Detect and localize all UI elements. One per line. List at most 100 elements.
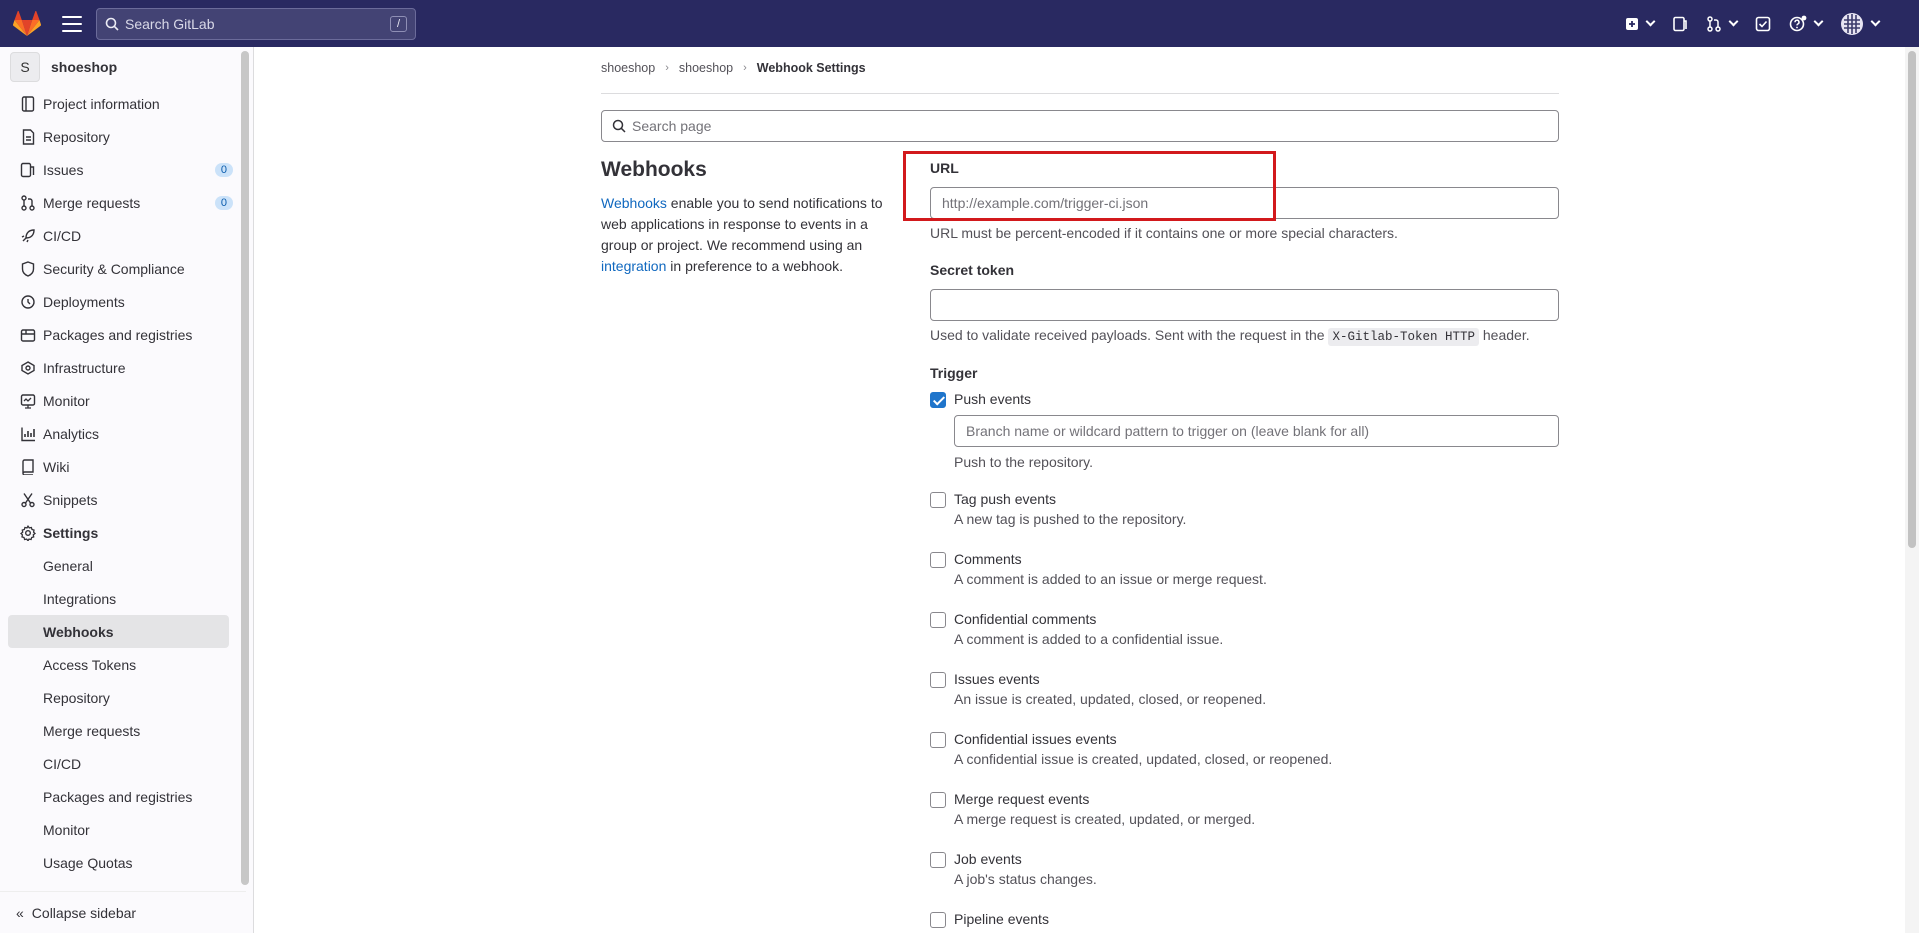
cloud-icon <box>20 360 36 376</box>
gitlab-logo-icon[interactable] <box>12 9 42 39</box>
sidebar-subitem-cicd[interactable]: CI/CD <box>0 747 253 780</box>
comments-checkbox[interactable] <box>930 552 946 568</box>
sidebar-item-label: Infrastructure <box>43 359 126 376</box>
webhooks-docs-link[interactable]: Webhooks <box>601 195 667 211</box>
sidebar: S shoeshop Project information Repositor… <box>0 47 254 933</box>
job-events-checkbox[interactable] <box>930 852 946 868</box>
sidebar-subitem-access-tokens[interactable]: Access Tokens <box>0 648 253 681</box>
webhooks-description: Webhooks enable you to send notification… <box>601 193 901 277</box>
sidebar-subitem-usage-quotas[interactable]: Usage Quotas <box>0 846 253 879</box>
pipeline-events-label: Pipeline events <box>954 911 1049 927</box>
package-icon <box>20 327 36 343</box>
secret-token-label: Secret token <box>930 262 1015 278</box>
gear-icon <box>20 524 36 541</box>
sidebar-item-wiki[interactable]: Wiki <box>0 450 253 483</box>
top-navbar: Search GitLab / <box>0 0 1919 47</box>
sidebar-item-issues[interactable]: Issues 0 <box>0 153 253 186</box>
sidebar-item-label: Settings <box>43 524 99 541</box>
issues-events-label: Issues events <box>954 671 1040 687</box>
help-dropdown[interactable] <box>1789 15 1824 33</box>
menu-hamburger-icon[interactable] <box>62 15 82 32</box>
sidebar-item-cicd[interactable]: CI/CD <box>0 219 253 252</box>
project-name: shoeshop <box>51 59 118 75</box>
sidebar-subitem-repository[interactable]: Repository <box>0 681 253 714</box>
sidebar-item-repository[interactable]: Repository <box>0 120 253 153</box>
search-gitlab-input[interactable]: Search GitLab / <box>96 7 416 40</box>
chevron-down-icon <box>1645 16 1656 27</box>
sidebar-item-monitor[interactable]: Monitor <box>0 384 253 417</box>
sidebar-item-merge-requests[interactable]: Merge requests 0 <box>0 186 253 219</box>
sidebar-item-infrastructure[interactable]: Infrastructure <box>0 351 253 384</box>
tag-push-events-checkbox[interactable] <box>930 492 946 508</box>
webhooks-description-text-2: in preference to a webhook. <box>666 258 844 274</box>
confidential-issues-events-checkbox[interactable] <box>930 732 946 748</box>
page-scrollbar[interactable] <box>1905 47 1919 933</box>
breadcrumb-item-project[interactable]: shoeshop <box>679 61 733 75</box>
sidebar-item-deployments[interactable]: Deployments <box>0 285 253 318</box>
divider <box>601 93 1559 94</box>
search-page-input[interactable]: Search page <box>601 110 1559 142</box>
monitor-icon <box>20 393 36 409</box>
tag-push-events-label: Tag push events <box>954 491 1056 507</box>
secret-token-input[interactable] <box>930 289 1559 321</box>
search-placeholder: Search GitLab <box>125 15 215 32</box>
chevron-right-icon: › <box>743 62 747 74</box>
branch-filter-input[interactable]: Branch name or wildcard pattern to trigg… <box>954 415 1559 447</box>
merge-request-events-desc: A merge request is created, updated, or … <box>954 811 1256 827</box>
collapse-sidebar-button[interactable]: « Collapse sidebar <box>0 891 246 933</box>
confidential-comments-checkbox[interactable] <box>930 612 946 628</box>
confidential-issues-events-label: Confidential issues events <box>954 731 1117 747</box>
breadcrumb-item-group[interactable]: shoeshop <box>601 61 655 75</box>
comments-label: Comments <box>954 551 1022 567</box>
sidebar-item-label: Snippets <box>43 491 98 508</box>
sidebar-subitem-general[interactable]: General <box>0 549 253 582</box>
issues-events-desc: An issue is created, updated, closed, or… <box>954 691 1267 707</box>
sidebar-item-settings[interactable]: Settings <box>0 516 253 549</box>
scissors-icon <box>20 492 36 508</box>
sidebar-subitem-packages-registries[interactable]: Packages and registries <box>0 780 253 813</box>
sidebar-item-packages-registries[interactable]: Packages and registries <box>0 318 253 351</box>
sidebar-item-snippets[interactable]: Snippets <box>0 483 253 516</box>
user-avatar-icon <box>1841 12 1863 35</box>
token-help-part-1: Used to validate received payloads. Sent… <box>930 327 1329 343</box>
issues-events-checkbox[interactable] <box>930 672 946 688</box>
user-menu-dropdown[interactable] <box>1840 12 1881 36</box>
sidebar-scrollbar[interactable] <box>241 51 249 885</box>
merge-request-events-checkbox[interactable] <box>930 792 946 808</box>
todo-check-icon <box>1755 16 1771 31</box>
integration-link[interactable]: integration <box>601 258 666 274</box>
todos-shortcut[interactable] <box>1755 16 1771 32</box>
create-new-dropdown[interactable] <box>1625 16 1656 31</box>
merge-request-events-label: Merge request events <box>954 791 1090 807</box>
trigger-label: Trigger <box>930 365 978 381</box>
url-highlight-box <box>903 151 1276 221</box>
job-events-desc: A job's status changes. <box>954 871 1097 887</box>
sidebar-subitem-integrations[interactable]: Integrations <box>0 582 253 615</box>
breadcrumb-item-current[interactable]: Webhook Settings <box>757 61 866 75</box>
search-shortcut-key: / <box>389 15 407 32</box>
sidebar-item-label: Monitor <box>43 392 90 409</box>
sidebar-item-label: CI/CD <box>43 227 82 244</box>
sidebar-subitem-monitor[interactable]: Monitor <box>0 813 253 846</box>
chevron-down-icon <box>1813 16 1824 27</box>
double-chevron-left-icon: « <box>16 904 24 921</box>
confidential-comments-label: Confidential comments <box>954 611 1097 627</box>
merge-requests-dropdown[interactable] <box>1706 15 1739 32</box>
issues-icon <box>20 162 36 178</box>
issues-shortcut[interactable] <box>1672 16 1688 32</box>
push-events-help: Push to the repository. <box>954 454 1094 470</box>
deployments-icon <box>20 294 36 310</box>
sidebar-item-project-information[interactable]: Project information <box>0 87 253 120</box>
page-scrollbar-thumb[interactable] <box>1908 51 1916 548</box>
push-events-checkbox[interactable] <box>930 392 946 408</box>
sidebar-item-label: Analytics <box>43 425 100 442</box>
project-avatar: S <box>10 52 40 82</box>
sidebar-subitem-merge-requests[interactable]: Merge requests <box>0 714 253 747</box>
secret-token-help-text: Used to validate received payloads. Sent… <box>930 327 1530 346</box>
pipeline-events-checkbox[interactable] <box>930 912 946 928</box>
sidebar-project-header[interactable]: S shoeshop <box>0 47 253 87</box>
sidebar-item-security-compliance[interactable]: Security & Compliance <box>0 252 253 285</box>
sidebar-subitem-webhooks[interactable]: Webhooks <box>8 615 229 648</box>
search-icon <box>105 17 119 31</box>
sidebar-item-analytics[interactable]: Analytics <box>0 417 253 450</box>
